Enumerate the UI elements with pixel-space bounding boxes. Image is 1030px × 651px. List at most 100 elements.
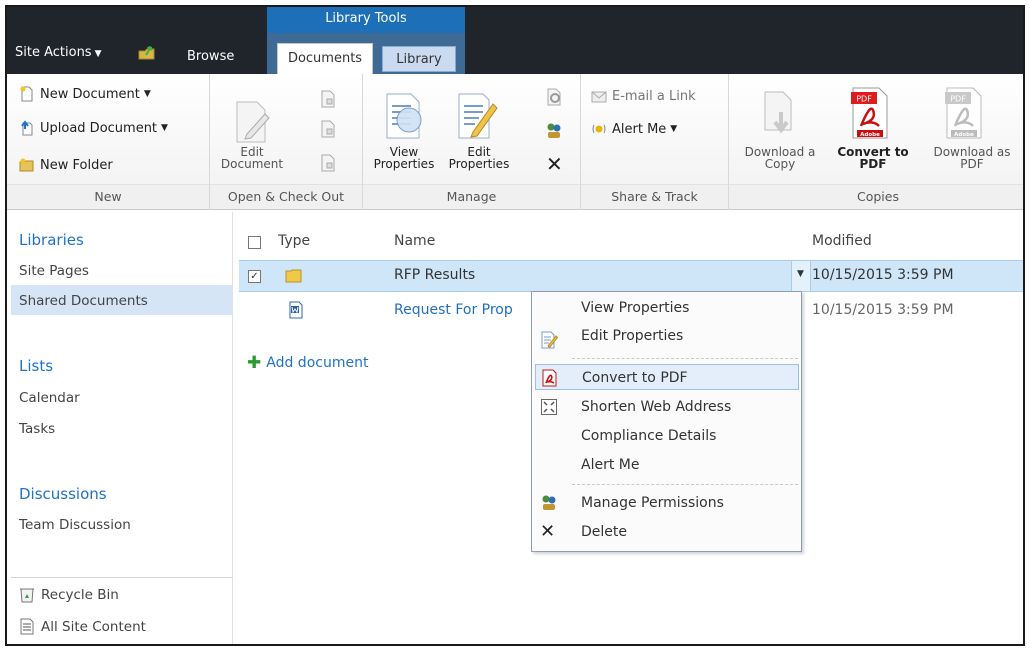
menu-item-label: Shorten Web Address (581, 399, 732, 415)
new-document-label: New Document (40, 86, 140, 102)
new-document-icon (20, 86, 33, 102)
row-name[interactable]: Request For Prop (394, 302, 513, 318)
row-name[interactable]: RFP Results (394, 267, 475, 283)
site-actions-label: Site Actions (15, 45, 92, 60)
column-header-type[interactable]: Type (278, 233, 310, 249)
tab-documents[interactable]: Documents (277, 43, 373, 74)
tab-library[interactable]: Library (382, 46, 456, 72)
upload-document-label: Upload Document (40, 120, 158, 136)
version-history-icon[interactable] (545, 88, 563, 106)
alert-icon (592, 124, 606, 134)
view-properties-label-2: Properties (373, 157, 435, 171)
delete-document-icon[interactable]: ✕ (546, 154, 563, 174)
ribbon-group-label-copies: Copies (729, 184, 1023, 208)
email-link-button[interactable]: E-mail a Link (591, 88, 696, 104)
edit-properties-icon (541, 331, 558, 349)
item-menu-button[interactable]: ▼ (791, 261, 811, 291)
nav-divider (11, 577, 233, 578)
view-properties-button[interactable]: View Properties (369, 146, 439, 170)
ribbon-group-share-track: E-mail a Link Alert Me ▼ Share & Track (581, 74, 729, 210)
alert-me-button[interactable]: Alert Me ▼ (591, 121, 677, 137)
site-actions-menu[interactable]: Site Actions ▼ (15, 45, 102, 60)
permissions-icon (542, 495, 556, 510)
chevron-down-icon: ▼ (143, 89, 151, 99)
email-icon (591, 91, 607, 103)
ribbon-group-label-manage: Manage (363, 184, 580, 208)
menu-item-convert-to-pdf[interactable]: Convert to PDF (535, 364, 799, 390)
menu-item-label: Compliance Details (581, 428, 717, 444)
sharepoint-window: Site Actions ▼ Browse Library Tools Docum… (5, 5, 1025, 646)
document-permissions-icon[interactable] (545, 122, 563, 140)
item-context-menu: View Properties Edit Properties Convert … (531, 291, 802, 552)
menu-separator (572, 358, 798, 359)
add-document-label: Add document (266, 355, 369, 371)
select-all-checkbox[interactable] (248, 236, 261, 249)
recycle-bin-link[interactable]: Recycle Bin (19, 586, 119, 603)
add-icon: ✚ (247, 353, 262, 373)
add-document-link[interactable]: ✚ Add document (247, 353, 368, 373)
menu-item-label: Delete (581, 524, 627, 540)
row-modified: 10/15/2015 3:59 PM (812, 267, 954, 283)
ribbon-group-new: New Document ▼ Upload Document ▼ New Folde… (7, 74, 210, 210)
menu-item-label: View Properties (581, 300, 690, 316)
download-as-pdf-button[interactable]: Download as PDF (919, 146, 1023, 171)
edit-document-button[interactable]: Edit Document (218, 146, 286, 170)
ribbon-group-label-open: Open & Check Out (210, 184, 362, 208)
recycle-bin-label: Recycle Bin (41, 586, 119, 603)
menu-separator (572, 484, 798, 485)
nav-item-team-discussion[interactable]: Team Discussion (19, 517, 131, 533)
menu-item-edit-properties[interactable]: Edit Properties (535, 323, 799, 349)
upload-icon (21, 120, 33, 136)
download-pdf-adobe-text: Adobe (954, 132, 974, 138)
nav-heading-discussions[interactable]: Discussions (19, 485, 107, 503)
check-in-icon (321, 120, 335, 138)
all-site-content-label: All Site Content (41, 618, 146, 635)
all-site-content-link[interactable]: All Site Content (19, 618, 146, 635)
chevron-down-icon: ▼ (94, 49, 102, 59)
shorten-url-icon (541, 399, 557, 415)
table-row[interactable]: ✓ RFP Results ▼ 10/15/2015 3:59 PM (239, 260, 1023, 292)
nav-item-tasks[interactable]: Tasks (19, 421, 55, 437)
menu-item-manage-permissions[interactable]: Manage Permissions (535, 490, 799, 516)
check-out-icon (321, 90, 335, 108)
ribbon-group-open-checkout: Edit Document Open & Check Out (210, 74, 363, 210)
menu-item-delete[interactable]: ✕ Delete (535, 519, 799, 545)
convert-pdf-adobe-text: Adobe (860, 132, 880, 138)
chevron-down-icon: ▼ (670, 124, 678, 134)
download-pdf-label-2: PDF (960, 157, 984, 171)
menu-item-view-properties[interactable]: View Properties (535, 295, 799, 321)
column-header-name[interactable]: Name (394, 233, 435, 249)
row-checkbox[interactable]: ✓ (248, 270, 261, 283)
download-copy-label-2: Copy (764, 157, 796, 171)
new-folder-label: New Folder (40, 157, 113, 173)
navigate-up-icon[interactable] (137, 43, 157, 61)
new-folder-button[interactable]: New Folder (19, 157, 113, 173)
library-tools-label: Library Tools (267, 7, 465, 33)
edit-document-label-2: Document (220, 157, 284, 171)
nav-heading-libraries[interactable]: Libraries (19, 231, 84, 249)
upload-document-button[interactable]: Upload Document ▼ (19, 120, 168, 136)
convert-pdf-label-2: PDF (859, 157, 887, 171)
column-header-modified[interactable]: Modified (812, 233, 872, 249)
discard-checkout-icon (321, 154, 335, 172)
new-document-button[interactable]: New Document ▼ (19, 86, 151, 102)
tab-browse[interactable]: Browse (187, 49, 234, 64)
ribbon-group-label-share: Share & Track (581, 184, 728, 208)
nav-item-site-pages[interactable]: Site Pages (19, 263, 89, 279)
nav-item-calendar[interactable]: Calendar (19, 390, 80, 406)
nav-item-shared-documents[interactable]: Shared Documents (19, 293, 148, 309)
ribbon-group-copies: Download a Copy PDF Adobe Convert to PDF… (729, 74, 1023, 210)
download-pdf-icon: PDF Adobe (945, 87, 982, 139)
recycle-bin-icon (20, 588, 34, 603)
menu-item-alert-me[interactable]: Alert Me (535, 452, 799, 478)
download-copy-button[interactable]: Download a Copy (731, 146, 829, 170)
menu-item-compliance-details[interactable]: Compliance Details (535, 423, 799, 449)
row-modified: 10/15/2015 3:59 PM (812, 302, 954, 318)
edit-document-icon (236, 101, 270, 143)
folder-icon (285, 269, 302, 283)
email-link-label: E-mail a Link (612, 88, 696, 104)
convert-to-pdf-button[interactable]: Convert to PDF (833, 146, 913, 170)
nav-heading-lists[interactable]: Lists (19, 357, 53, 375)
menu-item-shorten-web-address[interactable]: Shorten Web Address (535, 394, 799, 420)
edit-properties-button[interactable]: Edit Properties (443, 146, 515, 170)
